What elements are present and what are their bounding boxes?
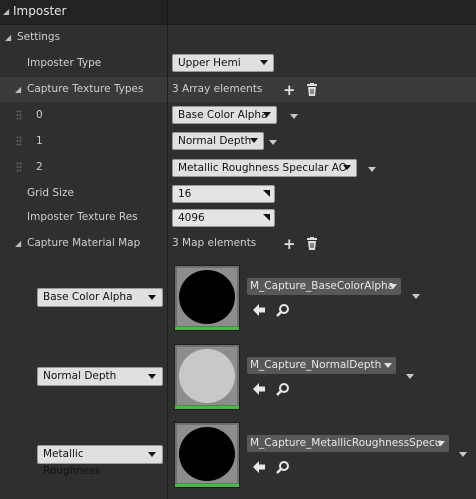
asset-picker-combo[interactable]: M_Capture_BaseColorAlpha (247, 278, 401, 295)
drag-handle-icon[interactable] (16, 136, 22, 148)
asset-picker-combo[interactable]: M_Capture_MetallicRoughnessSpecu (247, 435, 449, 452)
collapse-triangle-icon[interactable]: ◢ (3, 7, 9, 16)
texture-type-combo[interactable]: Normal Depth (172, 132, 264, 150)
map-key-value: Base Color Alpha (43, 291, 133, 303)
material-preview-sphere (179, 349, 235, 403)
map-key-value: Metallic Roughness (43, 448, 101, 477)
settings-label: Settings (17, 31, 61, 43)
expand-triangle-icon[interactable]: ◢ (15, 239, 21, 248)
texture-type-value: Base Color Alpha (178, 109, 268, 121)
thumbnail-asset-type-bar (175, 484, 239, 487)
chevron-down-icon (263, 112, 271, 117)
magnifier-icon[interactable] (276, 382, 290, 396)
imposter-type-row: Imposter Type Upper Hemi (0, 51, 476, 76)
chevron-down-icon (389, 284, 397, 289)
add-element-plus-icon[interactable]: + (283, 237, 296, 252)
imposter-type-label: Imposter Type (27, 57, 102, 69)
map-key-value: Normal Depth (43, 370, 117, 382)
entry-options-chevron-icon[interactable] (412, 294, 420, 299)
add-element-plus-icon[interactable]: + (283, 83, 296, 98)
chevron-down-icon (260, 60, 268, 65)
panel-title: Imposter (13, 4, 67, 18)
material-thumbnail[interactable] (174, 265, 240, 331)
column-divider[interactable] (167, 24, 168, 499)
entry-options-chevron-icon[interactable] (459, 452, 467, 457)
chevron-down-icon (384, 363, 392, 368)
map-entry-row: Normal Depth M_Capture_NormalDepth (0, 336, 476, 414)
texture-res-row: Imposter Texture Res 4096 (0, 206, 476, 230)
material-preview-sphere (179, 427, 235, 481)
array-count: 3 Array elements (172, 83, 263, 95)
settings-category[interactable]: ◢ Settings (0, 25, 476, 50)
grid-size-input[interactable]: 16 (172, 185, 275, 203)
capture-material-map-row[interactable]: ◢ Capture Material Map 3 Map elements + (0, 231, 476, 257)
texture-type-combo[interactable]: Metallic Roughness Specular AO (172, 159, 357, 177)
grid-size-label: Grid Size (27, 187, 74, 199)
expand-triangle-icon[interactable]: ◢ (15, 85, 21, 94)
header-divider (167, 0, 168, 24)
chevron-down-icon (148, 295, 156, 300)
array-index: 1 (36, 135, 43, 147)
asset-name: M_Capture_BaseColorAlpha (250, 280, 395, 292)
map-entry-row: Base Color Alpha M_Capture_BaseColorAlph… (0, 258, 476, 336)
material-preview-sphere (179, 270, 235, 324)
resize-grip-icon[interactable] (263, 190, 270, 197)
asset-name: M_Capture_MetallicRoughnessSpecu (250, 437, 442, 449)
texture-res-input[interactable]: 4096 (172, 209, 275, 227)
expand-triangle-icon[interactable]: ◢ (5, 33, 11, 42)
asset-name: M_Capture_NormalDepth (250, 359, 382, 371)
resize-grip-icon[interactable] (263, 214, 270, 221)
drag-handle-icon[interactable] (16, 162, 22, 174)
texture-type-value: Metallic Roughness Specular AO (178, 162, 348, 174)
magnifier-icon[interactable] (276, 303, 290, 317)
capture-texture-types-label: Capture Texture Types (27, 83, 144, 95)
drag-handle-icon[interactable] (16, 110, 22, 122)
texture-res-value: 4096 (178, 212, 205, 224)
material-thumbnail[interactable] (174, 344, 240, 410)
magnifier-icon[interactable] (276, 460, 290, 474)
element-options-chevron-icon[interactable] (368, 167, 376, 172)
thumbnail-asset-type-bar (175, 406, 239, 409)
map-entry-row: Metallic Roughness M_Capture_MetallicRou… (0, 414, 476, 496)
imposter-type-value: Upper Hemi (178, 57, 241, 69)
capture-texture-types-row[interactable]: ◢ Capture Texture Types 3 Array elements… (0, 77, 476, 102)
thumbnail-asset-type-bar (175, 327, 239, 330)
asset-picker-combo[interactable]: M_Capture_NormalDepth (247, 357, 396, 374)
array-element-row: 0 Base Color Alpha (0, 103, 476, 128)
array-element-row: 2 Metallic Roughness Specular AO (0, 155, 476, 181)
chevron-down-icon (148, 374, 156, 379)
grid-size-row: Grid Size 16 (0, 182, 476, 206)
arrow-left-icon[interactable] (252, 460, 266, 474)
grid-size-value: 16 (178, 188, 192, 200)
map-count: 3 Map elements (172, 237, 257, 249)
array-index: 0 (36, 109, 43, 121)
chevron-down-icon (343, 165, 351, 170)
capture-material-map-label: Capture Material Map (27, 237, 141, 249)
arrow-left-icon[interactable] (252, 382, 266, 396)
arrow-left-icon[interactable] (252, 303, 266, 317)
array-element-row: 1 Normal Depth (0, 129, 476, 154)
chevron-down-icon (148, 452, 156, 457)
chevron-down-icon (250, 138, 258, 143)
delete-all-trash-icon[interactable] (306, 237, 318, 250)
texture-type-value: Normal Depth (178, 135, 252, 147)
panel-header[interactable]: ◢ Imposter (0, 0, 476, 25)
chevron-down-icon (437, 441, 445, 446)
imposter-type-combo[interactable]: Upper Hemi (172, 54, 274, 72)
texture-res-label: Imposter Texture Res (27, 211, 138, 223)
texture-type-combo[interactable]: Base Color Alpha (172, 106, 277, 124)
map-key-combo[interactable]: Normal Depth (37, 367, 163, 386)
map-key-combo[interactable]: Base Color Alpha (37, 288, 163, 307)
map-key-combo[interactable]: Metallic Roughness (37, 445, 163, 477)
delete-all-trash-icon[interactable] (306, 83, 318, 96)
element-options-chevron-icon[interactable] (290, 114, 298, 119)
element-options-chevron-icon[interactable] (269, 140, 277, 145)
array-index: 2 (36, 161, 43, 173)
entry-options-chevron-icon[interactable] (406, 374, 414, 379)
material-thumbnail[interactable] (174, 422, 240, 488)
